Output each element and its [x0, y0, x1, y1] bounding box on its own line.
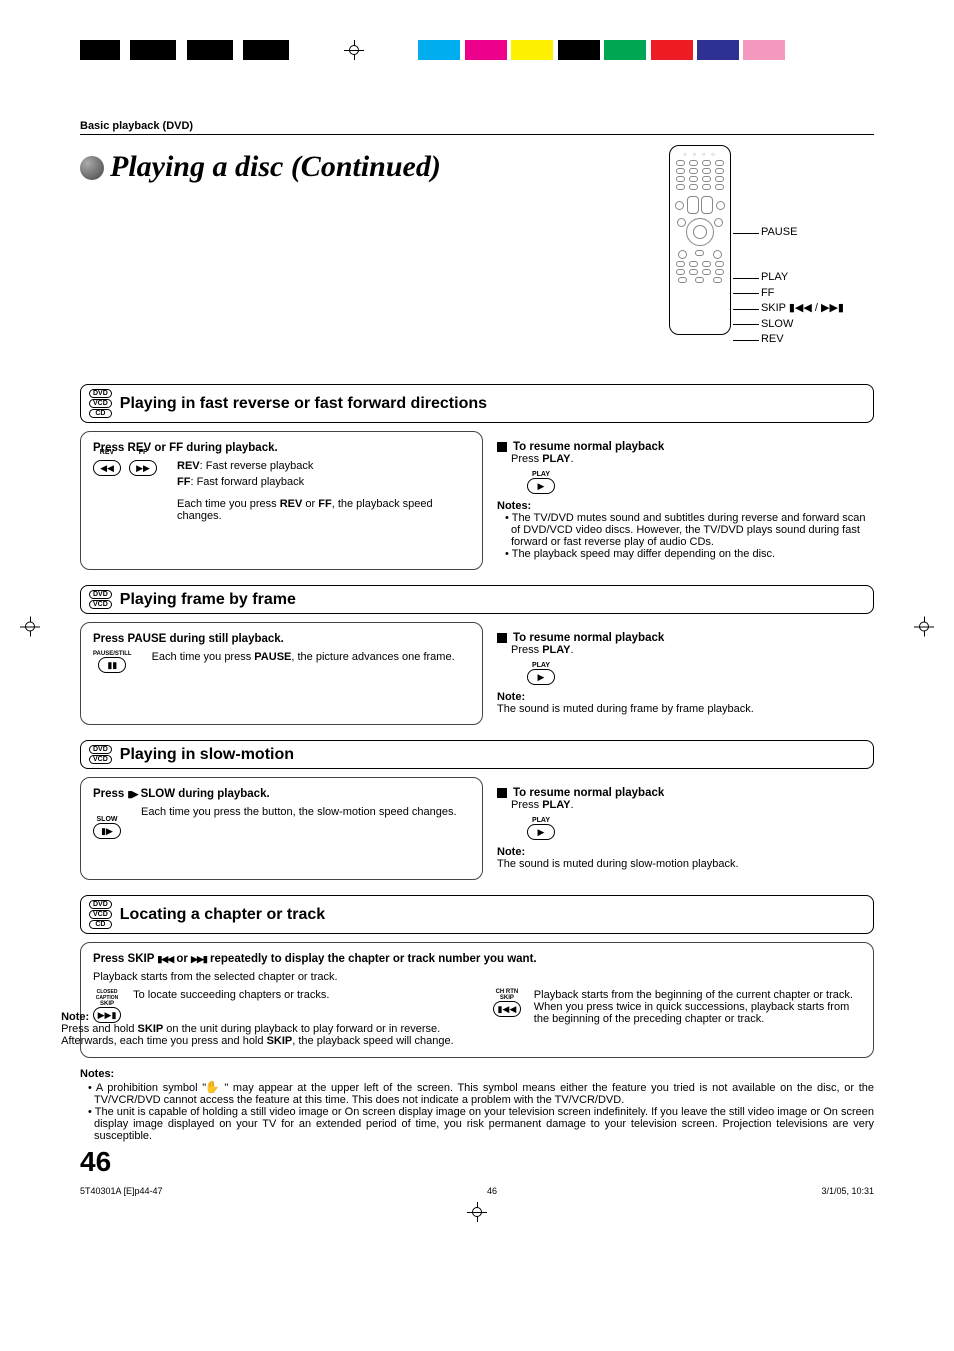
note-label: Note:	[497, 691, 874, 703]
section-header-slow: DVD VCD Playing in slow-motion	[80, 740, 874, 769]
fastrev-left-panel: Press REV or FF during playback. REV◀◀ F…	[80, 431, 483, 570]
note-label: Note:	[497, 846, 874, 858]
bottom-notes: Notes: • A prohibition symbol " ✋ " may …	[80, 1068, 874, 1142]
footer-info: 5T40301A [E]p44-47 46 3/1/05, 10:31	[80, 1186, 874, 1196]
print-registration-marks	[80, 40, 874, 70]
note-text: The sound is muted during slow-motion pl…	[497, 858, 874, 870]
step-instruction: Press SKIP ▮◀◀ or ▶▶▮ repeatedly to disp…	[93, 953, 861, 965]
slow-right-panel: To resume normal playback Press PLAY. PL…	[497, 777, 874, 880]
remote-label-play: PLAY	[761, 270, 844, 285]
section-title: Locating a chapter or track	[120, 906, 325, 924]
locate-panel: Press SKIP ▮◀◀ or ▶▶▮ repeatedly to disp…	[80, 942, 874, 1058]
resume-title: To resume normal playback	[497, 441, 874, 453]
page-title: Playing a disc (Continued)	[110, 150, 441, 184]
play-button-icon: ▶	[527, 669, 555, 685]
side-registration-left	[20, 616, 40, 641]
step-instruction: Press ▮▶ SLOW during playback.	[93, 788, 470, 800]
resume-title: To resume normal playback	[497, 632, 874, 644]
section-title: Playing in fast reverse or fast forward …	[120, 395, 487, 413]
section-header-frame: DVD VCD Playing frame by frame	[80, 585, 874, 614]
note-text: The sound is muted during frame by frame…	[497, 703, 874, 715]
notes-label: Notes:	[497, 500, 874, 512]
disc-type-icons: DVD VCD CD	[89, 389, 112, 418]
fastrev-right-panel: To resume normal playback Press PLAY. PL…	[497, 431, 874, 570]
section-title: Playing in slow-motion	[120, 746, 294, 764]
breadcrumb: Basic playback (DVD)	[80, 120, 874, 135]
skip-fwd-button-icon: ▶▶▮	[93, 1007, 121, 1023]
remote-label-skip: SKIP ▮◀◀ / ▶▶▮	[761, 301, 844, 316]
slow-button-icon: ▮▶	[93, 823, 121, 839]
note-text: • The playback speed may differ dependin…	[501, 548, 874, 560]
frame-left-panel: Press PAUSE during still playback. PAUSE…	[80, 622, 483, 725]
bottom-registration-mark	[80, 1202, 874, 1227]
disc-type-icons: DVD VCD	[89, 745, 112, 764]
locate-subtext: Playback starts from the selected chapte…	[93, 971, 861, 983]
note-label: Note:	[61, 1011, 462, 1023]
remote-label-rev: REV	[761, 332, 844, 347]
rev-button-icon: REV◀◀	[93, 460, 121, 476]
disc-type-icons: DVD VCD CD	[89, 900, 112, 929]
skip-back-button-icon: ▮◀◀	[493, 1001, 521, 1017]
page-number: 46	[80, 1146, 874, 1178]
remote-diagram: ○ ○ ○ ○ PAUSE PLAY FF SKIP ▮◀◀ / ▶▶▮ SLO…	[669, 145, 844, 347]
prohibition-hand-icon: ✋	[211, 1080, 220, 1094]
title-bullet-icon	[80, 156, 104, 180]
note-text: • The TV/DVD mutes sound and subtitles d…	[501, 512, 874, 548]
step-instruction: Press PAUSE during still playback.	[93, 633, 470, 645]
section-header-fastrev: DVD VCD CD Playing in fast reverse or fa…	[80, 384, 874, 423]
slow-left-panel: Press ▮▶ SLOW during playback. SLOW ▮▶ E…	[80, 777, 483, 880]
side-registration-right	[914, 616, 934, 641]
remote-label-pause: PAUSE	[761, 225, 844, 240]
play-button-icon: ▶	[527, 478, 555, 494]
section-header-locate: DVD VCD CD Locating a chapter or track	[80, 895, 874, 934]
ff-button-icon: FF▶▶	[129, 460, 157, 476]
remote-label-ff: FF	[761, 286, 844, 301]
pause-button-icon: ▮▮	[98, 657, 126, 673]
section-title: Playing frame by frame	[120, 591, 296, 609]
resume-title: To resume normal playback	[497, 787, 874, 799]
play-button-icon: ▶	[527, 824, 555, 840]
frame-right-panel: To resume normal playback Press PLAY. PL…	[497, 622, 874, 725]
disc-type-icons: DVD VCD	[89, 590, 112, 609]
remote-label-slow: SLOW	[761, 317, 844, 332]
note-text: Press and hold SKIP on the unit during p…	[61, 1023, 462, 1047]
